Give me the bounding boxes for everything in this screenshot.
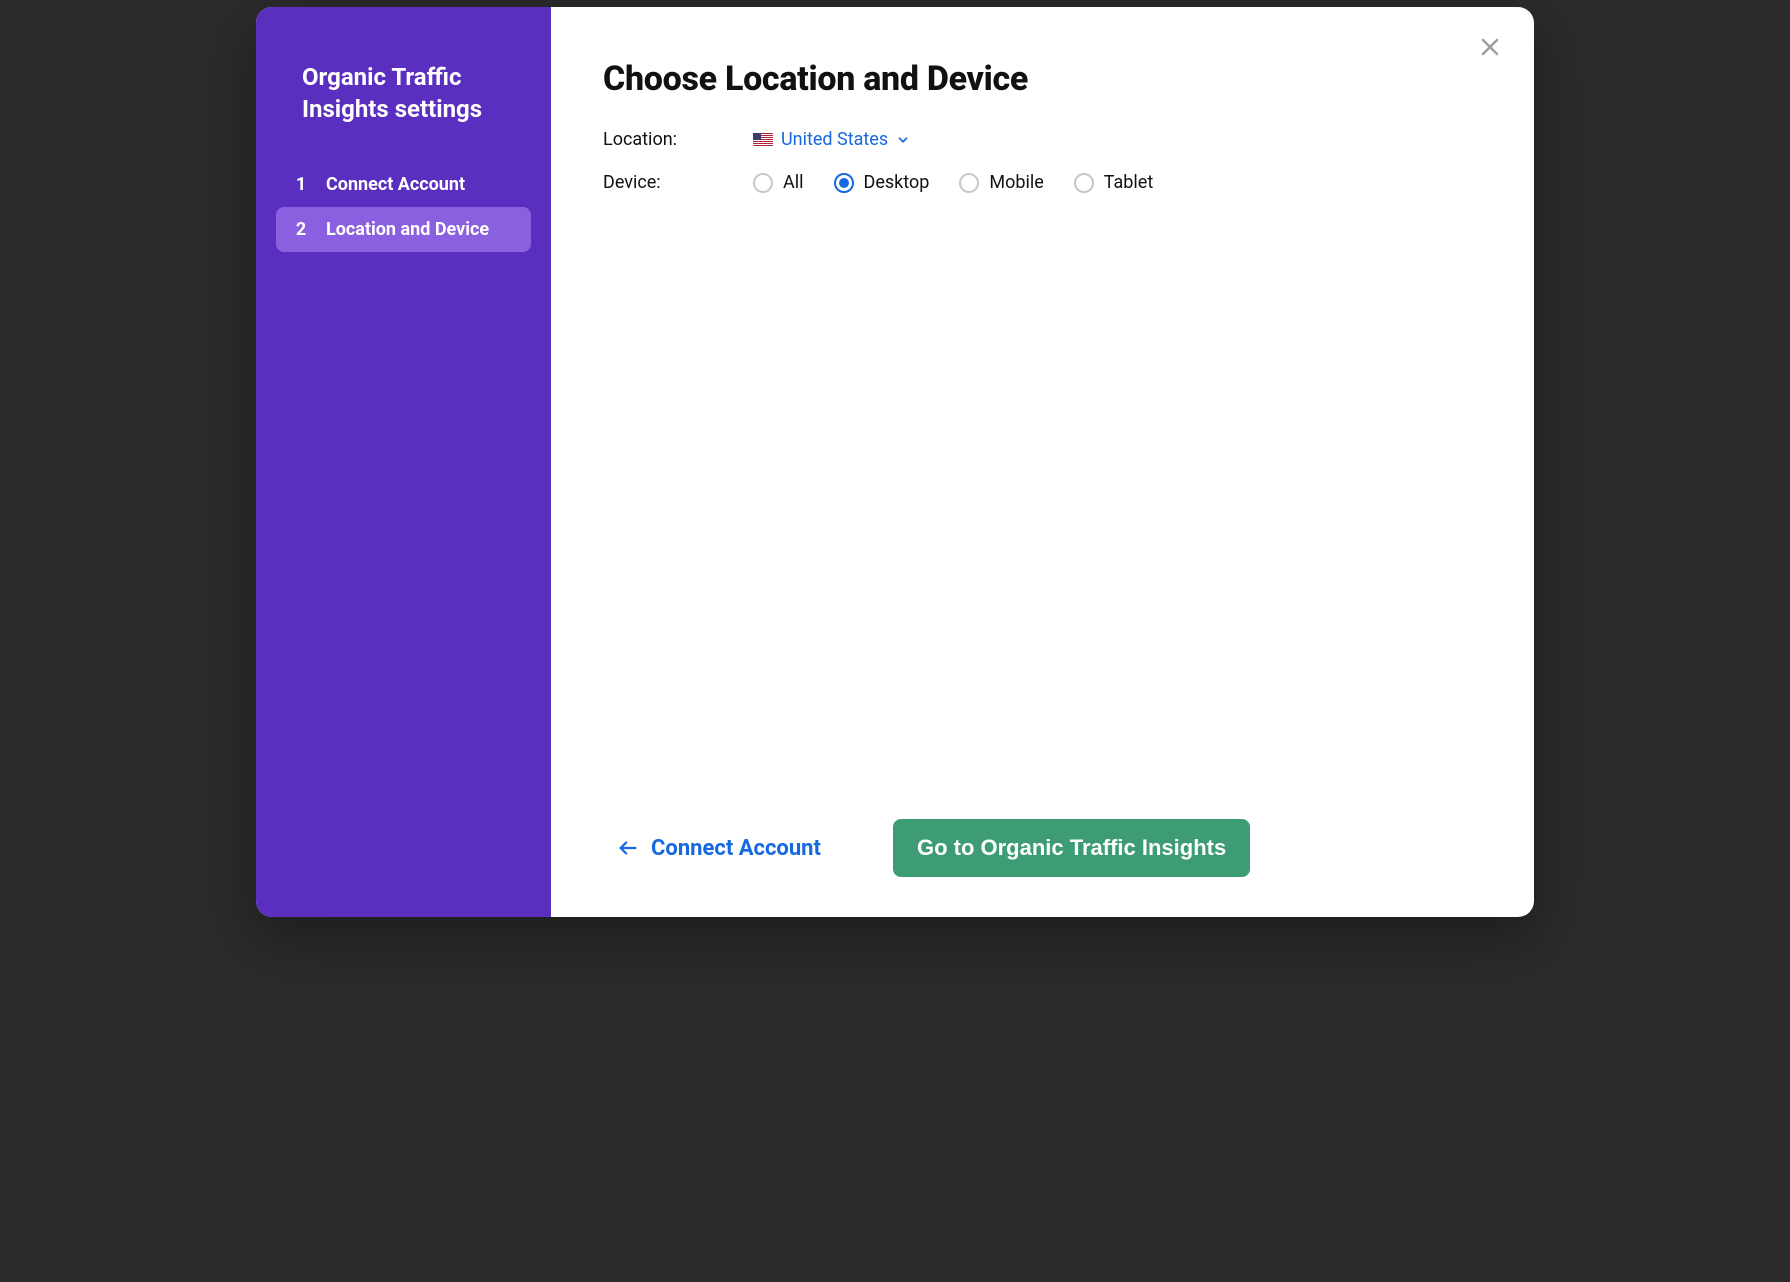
radio-icon <box>1074 173 1094 193</box>
back-link-label: Connect Account <box>651 836 821 861</box>
device-row: Device: All Desktop Mobile Tablet <box>603 172 1482 193</box>
spacer <box>603 215 1482 819</box>
sidebar-steps: 1 Connect Account 2 Location and Device <box>276 162 531 252</box>
location-dropdown[interactable]: United States <box>753 129 910 150</box>
content-pane: Choose Location and Device Location: Uni… <box>551 7 1534 917</box>
location-row: Location: United States <box>603 129 1482 150</box>
device-radio-tablet[interactable]: Tablet <box>1074 172 1153 193</box>
location-label: Location: <box>603 129 753 150</box>
radio-label: Mobile <box>989 172 1043 193</box>
sidebar-step-location-device[interactable]: 2 Location and Device <box>276 207 531 252</box>
arrow-left-icon <box>617 837 639 859</box>
radio-icon <box>959 173 979 193</box>
footer: Connect Account Go to Organic Traffic In… <box>603 819 1482 877</box>
chevron-down-icon <box>896 133 910 147</box>
device-radio-desktop[interactable]: Desktop <box>834 172 930 193</box>
go-to-insights-button[interactable]: Go to Organic Traffic Insights <box>893 819 1250 877</box>
radio-icon <box>753 173 773 193</box>
device-radio-all[interactable]: All <box>753 172 804 193</box>
radio-label: Tablet <box>1104 172 1153 193</box>
page-title: Choose Location and Device <box>603 59 1482 99</box>
sidebar-step-connect-account[interactable]: 1 Connect Account <box>276 162 531 207</box>
sidebar: Organic Traffic Insights settings 1 Conn… <box>256 7 551 917</box>
back-link-connect-account[interactable]: Connect Account <box>617 836 821 861</box>
radio-label: All <box>783 172 804 193</box>
step-label: Location and Device <box>326 219 489 240</box>
radio-label: Desktop <box>864 172 930 193</box>
us-flag-icon <box>753 133 773 146</box>
device-label: Device: <box>603 172 753 193</box>
close-icon <box>1478 35 1502 59</box>
radio-icon <box>834 173 854 193</box>
step-label: Connect Account <box>326 174 465 195</box>
sidebar-title: Organic Traffic Insights settings <box>302 61 521 126</box>
location-value-text: United States <box>781 129 888 150</box>
device-radio-mobile[interactable]: Mobile <box>959 172 1043 193</box>
step-number: 1 <box>294 174 308 195</box>
close-button[interactable] <box>1474 31 1506 63</box>
settings-modal: Organic Traffic Insights settings 1 Conn… <box>256 7 1534 917</box>
device-radio-group: All Desktop Mobile Tablet <box>753 172 1153 193</box>
step-number: 2 <box>294 219 308 240</box>
